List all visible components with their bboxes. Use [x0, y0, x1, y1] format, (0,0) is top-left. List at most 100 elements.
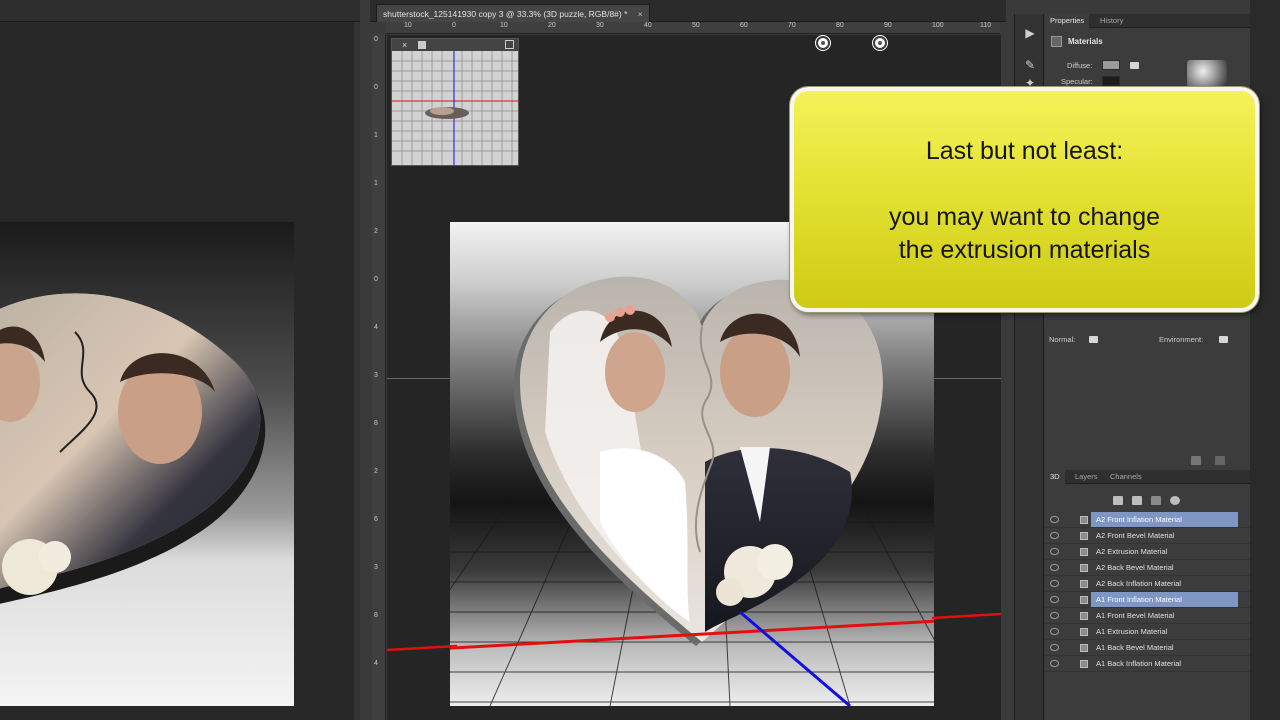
light-source-icon[interactable] [873, 36, 887, 50]
properties-header: Materials [1051, 34, 1103, 50]
camera-view-icon[interactable] [418, 41, 426, 49]
new-icon[interactable] [1191, 456, 1201, 465]
mini-view-close-icon[interactable]: × [402, 39, 407, 51]
ruler-tick-label: 30 [596, 22, 604, 29]
tab-3d[interactable]: 3D [1045, 470, 1065, 484]
layer-row[interactable]: A1 Back Inflation Material [1045, 656, 1250, 672]
ruler-tick-label: 3 [374, 372, 378, 379]
ruler-tick-label: 80 [836, 22, 844, 29]
callout-line-3: the extrusion materials [898, 236, 1151, 264]
visibility-eye-icon[interactable] [1050, 628, 1059, 635]
layer-row[interactable]: A2 Front Bevel Material [1045, 528, 1250, 544]
layer-name: A1 Back Bevel Material [1096, 643, 1174, 652]
ruler-tick-label: 0 [452, 22, 456, 29]
materials-icon [1051, 36, 1062, 48]
tab-history[interactable]: History [1095, 14, 1128, 28]
visibility-eye-icon[interactable] [1050, 580, 1059, 587]
collapse-view-icon[interactable] [505, 40, 514, 49]
visibility-eye-icon[interactable] [1050, 660, 1059, 667]
visibility-eye-icon[interactable] [1050, 564, 1059, 571]
visibility-eye-icon[interactable] [1050, 548, 1059, 555]
properties-header-title: Materials [1068, 37, 1103, 46]
specular-label: Specular: [1061, 77, 1093, 86]
layer-row[interactable]: A1 Back Bevel Material [1045, 640, 1250, 656]
vertical-ruler[interactable]: 0 0 1 1 2 0 4 3 8 2 6 3 8 4 [372, 34, 386, 720]
horizontal-ruler[interactable]: 10 0 10 20 30 40 50 60 70 80 90 100 110 [386, 22, 1000, 34]
tab-channels[interactable]: Channels [1105, 470, 1147, 484]
filter-material-icon[interactable] [1151, 496, 1161, 505]
document-tab[interactable]: shutterstock_125141930 copy 3 @ 33.3% (3… [376, 4, 650, 22]
material-preview-sphere[interactable] [1187, 60, 1227, 88]
trash-icon[interactable] [1215, 456, 1225, 465]
layer-name: A2 Back Inflation Material [1096, 579, 1182, 588]
material-icon [1080, 532, 1088, 540]
document-tab-bar: shutterstock_125141930 copy 3 @ 33.3% (3… [370, 0, 1006, 22]
specular-color-swatch[interactable] [1102, 76, 1120, 86]
diffuse-color-swatch[interactable] [1102, 60, 1120, 70]
material-icon [1080, 612, 1088, 620]
visibility-eye-icon[interactable] [1050, 644, 1059, 651]
ruler-tick-label: 90 [884, 22, 892, 29]
left-3d-heart-render [0, 293, 266, 604]
filter-scene-icon[interactable] [1113, 496, 1123, 505]
document-tab-title: shutterstock_125141930 copy 3 @ 33.3% (3… [383, 9, 628, 19]
layers-tabs: 3D Layers Channels [1045, 470, 1250, 484]
ruler-tick-label: 10 [500, 22, 508, 29]
tab-layers[interactable]: Layers [1070, 470, 1103, 484]
ruler-tick-label: 50 [692, 22, 700, 29]
environment-folder-icon[interactable] [1219, 336, 1228, 343]
material-icon [1080, 548, 1088, 556]
left-document-window [0, 0, 360, 720]
ruler-tick-label: 3 [374, 564, 378, 571]
close-tab-icon[interactable]: × [638, 9, 643, 19]
callout-line-2: you may want to change [889, 203, 1160, 231]
filter-light-icon[interactable] [1170, 496, 1180, 505]
visibility-eye-icon[interactable] [1050, 596, 1059, 603]
3d-mini-view[interactable]: × [391, 38, 519, 166]
material-icon [1080, 580, 1088, 588]
properties-tabs: Properties History [1045, 14, 1250, 28]
ruler-tick-label: 100 [932, 22, 944, 29]
tutorial-callout: Last but not least: you may want to chan… [790, 87, 1259, 312]
ruler-tick-label: 1 [374, 132, 378, 139]
3d-axis-overlay [387, 612, 1001, 652]
play-icon[interactable]: ▶ [1023, 26, 1037, 40]
material-icon [1080, 628, 1088, 636]
ruler-tick-label: 6 [374, 516, 378, 523]
material-icon [1080, 644, 1088, 652]
layer-row[interactable]: A2 Back Bevel Material [1045, 560, 1250, 576]
ruler-tick-label: 2 [374, 228, 378, 235]
left-document-canvas[interactable] [0, 222, 294, 706]
ruler-tick-label: 60 [740, 22, 748, 29]
diffuse-label: Diffuse: [1067, 61, 1093, 70]
left-document-tabstrip [0, 0, 360, 22]
mini-view-titlebar: × [392, 39, 518, 51]
ruler-tick-label: 4 [374, 660, 378, 667]
ruler-tick-label: 8 [374, 612, 378, 619]
material-icon [1080, 596, 1088, 604]
layer-row[interactable]: A2 Back Inflation Material [1045, 576, 1250, 592]
light-source-icon[interactable] [816, 36, 830, 50]
tab-properties[interactable]: Properties [1045, 14, 1090, 28]
layer-row[interactable]: A1 Front Inflation Material [1045, 592, 1250, 608]
layer-name: A1 Extrusion Material [1096, 627, 1168, 636]
diffuse-texture-folder-icon[interactable] [1130, 62, 1139, 69]
layer-row[interactable]: A2 Extrusion Material [1045, 544, 1250, 560]
visibility-eye-icon[interactable] [1050, 532, 1059, 539]
layer-row[interactable]: A2 Front Inflation Material [1045, 512, 1250, 528]
3d-layers-list: A2 Front Inflation Material A2 Front Beve… [1045, 512, 1250, 672]
normal-folder-icon[interactable] [1089, 336, 1098, 343]
layer-name: A2 Back Bevel Material [1096, 563, 1174, 572]
layer-row[interactable]: A1 Front Bevel Material [1045, 608, 1250, 624]
material-icon [1080, 516, 1088, 524]
tool-icon[interactable]: ✎ [1023, 58, 1037, 72]
layer-name: A2 Front Bevel Material [1096, 531, 1175, 540]
environment-label: Environment: [1159, 335, 1204, 344]
visibility-eye-icon[interactable] [1050, 612, 1059, 619]
filter-mesh-icon[interactable] [1132, 496, 1142, 505]
layer-name: A1 Front Bevel Material [1096, 611, 1175, 620]
layer-row[interactable]: A1 Extrusion Material [1045, 624, 1250, 640]
left-document-scrollbar[interactable] [354, 22, 360, 720]
mini-view-grid [392, 51, 518, 165]
visibility-eye-icon[interactable] [1050, 516, 1059, 523]
